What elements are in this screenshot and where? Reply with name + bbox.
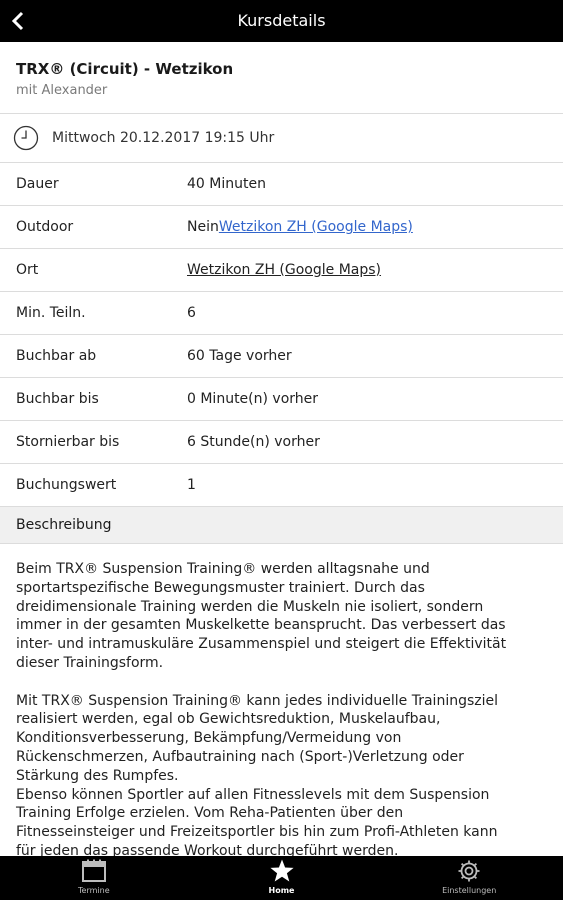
description-paragraph: Mit TRX® Suspension Training® kann jedes…: [16, 692, 499, 856]
description-paragraph: Beim TRX® Suspension Training® werden al…: [16, 561, 507, 671]
detail-value: 40 Minuten: [187, 176, 266, 192]
chevron-left-icon: [11, 11, 24, 31]
course-title: TRX® (Circuit) - Wetzikon: [16, 60, 234, 78]
tab-einstellungen[interactable]: Einstellungen: [375, 856, 563, 900]
location-maps-link[interactable]: Wetzikon ZH (Google Maps): [187, 262, 381, 278]
tab-label: Termine: [78, 886, 110, 895]
gear-icon: [458, 860, 480, 882]
detail-row-duration: Dauer 40 Minuten: [0, 163, 563, 206]
tab-home[interactable]: Home: [188, 856, 376, 900]
description-text: Beim TRX® Suspension Training® werden al…: [0, 544, 563, 856]
detail-value: 1: [187, 477, 196, 493]
tab-label: Home: [268, 886, 295, 895]
clock-icon: [13, 125, 39, 151]
detail-row-cancellable-until: Stornierbar bis 6 Stunde(n) vorher: [0, 421, 563, 464]
detail-value: 6: [187, 305, 196, 321]
detail-value: NeinWetzikon ZH (Google Maps): [187, 219, 413, 235]
detail-label: Stornierbar bis: [16, 434, 120, 450]
google-maps-link[interactable]: Wetzikon ZH (Google Maps): [219, 219, 413, 235]
page-title: Kursdetails: [237, 11, 326, 30]
star-icon: [269, 859, 294, 882]
detail-label: Buchungswert: [16, 477, 117, 493]
detail-value: 6 Stunde(n) vorher: [187, 434, 320, 450]
course-details-content[interactable]: TRX® (Circuit) - Wetzikon mit Alexander …: [0, 42, 563, 856]
detail-row-bookable-until: Buchbar bis 0 Minute(n) vorher: [0, 378, 563, 421]
detail-label: Ort: [16, 262, 39, 278]
tab-label: Einstellungen: [442, 886, 497, 895]
header-bar: Kursdetails: [0, 0, 563, 42]
detail-row-location: Ort Wetzikon ZH (Google Maps): [0, 249, 563, 292]
detail-label: Buchbar bis: [16, 391, 99, 407]
course-date: Mittwoch 20.12.2017 19:15 Uhr: [52, 130, 275, 146]
course-trainer: mit Alexander: [16, 83, 108, 98]
detail-label: Min. Teiln.: [16, 305, 86, 321]
detail-row-outdoor: Outdoor NeinWetzikon ZH (Google Maps): [0, 206, 563, 249]
bottom-tab-bar: Termine Home Einstellungen: [0, 856, 563, 900]
detail-label: Outdoor: [16, 219, 74, 235]
detail-row-booking-value: Buchungswert 1: [0, 464, 563, 507]
back-button[interactable]: [0, 0, 36, 42]
detail-label: Buchbar ab: [16, 348, 97, 364]
detail-label: Dauer: [16, 176, 59, 192]
detail-value: 60 Tage vorher: [187, 348, 292, 364]
tab-termine[interactable]: Termine: [0, 856, 188, 900]
detail-row-bookable-from: Buchbar ab 60 Tage vorher: [0, 335, 563, 378]
calendar-icon: [81, 859, 106, 882]
outdoor-value: Nein: [187, 219, 219, 235]
course-header: TRX® (Circuit) - Wetzikon mit Alexander: [0, 42, 563, 114]
description-heading: Beschreibung: [0, 507, 563, 544]
detail-value: 0 Minute(n) vorher: [187, 391, 319, 407]
schedule-row: Mittwoch 20.12.2017 19:15 Uhr: [0, 114, 563, 163]
detail-row-min-participants: Min. Teiln. 6: [0, 292, 563, 335]
